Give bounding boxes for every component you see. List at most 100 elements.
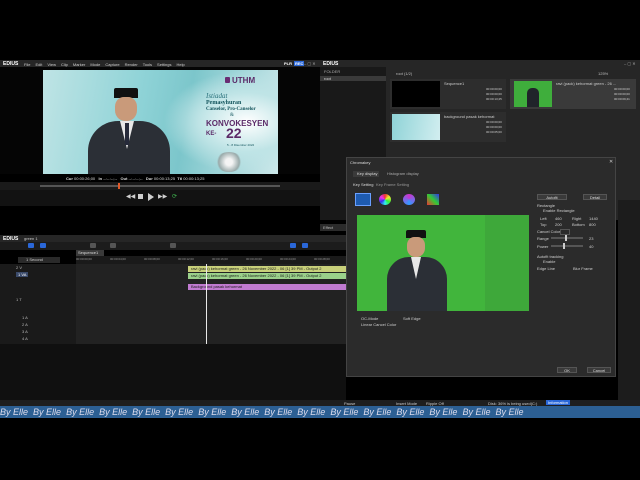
timeline-toolbar [0, 242, 348, 250]
top-value[interactable]: 200 [555, 222, 562, 227]
bin-window-controls[interactable]: – ▢ ✕ [624, 61, 636, 66]
timeline-clip[interactable]: ravi (pack) kehormat green - 26 November… [188, 266, 348, 272]
out-timecode: --:--:--;-- [128, 176, 143, 181]
edge-line-check[interactable]: Edge Line [537, 266, 555, 271]
preview-gears-graphic [215, 152, 243, 172]
toolbar-icon[interactable] [302, 243, 308, 248]
autofit-button[interactable]: Autofit [537, 194, 567, 200]
dur-timecode: 00:00:13;25 [153, 176, 176, 181]
right-value[interactable]: 1440 [589, 216, 598, 221]
loop-button[interactable]: ⟳ [172, 194, 177, 200]
toolbar-icon[interactable] [90, 243, 96, 248]
watermark-text: By Elle By Elle By Elle By Elle By Elle … [0, 407, 524, 417]
preview-line2: Pemasyhuran [206, 100, 242, 106]
scrub-handle[interactable] [118, 183, 120, 189]
playhead[interactable] [206, 264, 207, 344]
presenter-figure [88, 88, 170, 174]
watermark-strip: By Elle By Elle By Elle By Elle By Elle … [0, 406, 640, 418]
track-header[interactable]: 3 A [22, 329, 28, 334]
bottom-value[interactable]: 800 [589, 222, 596, 227]
toolbar-icon[interactable] [290, 243, 296, 248]
toolbar-icon[interactable] [110, 243, 116, 248]
subtab-keyframe[interactable]: Key Frame Setting [376, 182, 409, 187]
bin-zoom[interactable]: 125% [598, 71, 608, 76]
bin-item[interactable]: background pasak kehormat 00:00:00;00 00… [390, 112, 506, 142]
toolbar-icon[interactable] [40, 243, 46, 248]
linear-cancel-check[interactable]: Linear Cancel Color [361, 322, 396, 327]
timeline-clip[interactable]: Background pasak kehormat [188, 284, 348, 290]
hue-icon[interactable] [403, 194, 415, 205]
key-subject [387, 230, 447, 311]
bin-thumbnail [392, 81, 440, 107]
cancel-button[interactable]: Cancel [587, 367, 611, 373]
timeline-scale[interactable]: 1 Second [18, 257, 60, 263]
track-header[interactable]: 2 V [16, 265, 22, 270]
range-value[interactable]: 23 [589, 236, 593, 241]
ttl-timecode: 00:00:13;25 [183, 176, 205, 181]
timeline-ruler[interactable]: 00:00:00;00 00:00:04;00 00:00:08;00 00:0… [76, 256, 348, 264]
plr-label[interactable]: PLR [284, 61, 292, 66]
bin-item[interactable]: Sequence1 00:00:00;00 00:00:00;00 00:00:… [390, 79, 506, 109]
bin-titlebar: EDIUS – ▢ ✕ [320, 60, 640, 67]
dialog-title: Chromakey [350, 160, 371, 165]
information-tab[interactable]: Information [546, 400, 571, 405]
oc-mode-check[interactable]: OC-Mode [361, 316, 378, 321]
folder-header: FOLDER [324, 69, 341, 74]
preview-line1: Istiadat [206, 92, 228, 100]
forward-button[interactable]: ▶▶ [158, 194, 167, 200]
detail-button[interactable]: Detail [583, 194, 607, 200]
presenter-face [115, 97, 137, 121]
power-value[interactable]: 40 [589, 244, 593, 249]
toolbar-icon[interactable] [28, 243, 34, 248]
track-header[interactable]: 2 A [22, 322, 28, 327]
folder-root[interactable]: root [320, 76, 386, 81]
track-header[interactable]: 1 A [22, 315, 28, 320]
player-transport: ◀◀ ▶▶ ⟳ [0, 190, 320, 206]
project-name: green 1 [24, 236, 38, 241]
preview-line6: KE- [206, 131, 217, 137]
palette-icon[interactable] [427, 194, 439, 205]
range-slider[interactable] [551, 235, 583, 241]
track-header[interactable]: 4 A [22, 336, 28, 341]
bin-thumbnail [392, 114, 440, 140]
cur-timecode: 00:00:26;00 [74, 176, 96, 181]
play-button[interactable] [148, 193, 154, 201]
tab-key-display[interactable]: Key display [353, 171, 379, 177]
track-headers: 2 V 1 VA 1 T 1 A 2 A 3 A 4 A [0, 264, 76, 344]
toolbar-icon[interactable] [170, 243, 176, 248]
scrub-track[interactable] [40, 185, 280, 187]
blur-frame-check[interactable]: Blur Frame [573, 266, 593, 271]
preview-frame: UTHM Istiadat Pemasyhuran Canselor, Pro-… [43, 70, 278, 174]
eyedropper-icon[interactable] [355, 193, 371, 206]
track-header[interactable]: 1 VA [16, 272, 29, 277]
left-value[interactable]: 460 [555, 216, 562, 221]
preview-line4: & [230, 113, 234, 118]
side-panel [618, 200, 640, 400]
player-scrubbar[interactable] [0, 182, 320, 190]
ok-button[interactable]: OK [557, 367, 577, 373]
in-timecode: --:--:--;-- [103, 176, 118, 181]
timeline-clip[interactable]: ravi (pack) kehormat green - 26 November… [188, 273, 348, 279]
window-controls[interactable]: – ▢ ✕ [304, 61, 318, 66]
preview-line3: Canselor, Pro-Canselor [206, 107, 256, 112]
enable-rectangle-check[interactable]: Enable Rectangle [543, 208, 575, 213]
player-titlebar: EDIUS File Edit View Clip Marker Mode Capture R… [0, 60, 320, 67]
color-wheel-icon[interactable] [379, 194, 391, 205]
stop-button[interactable] [138, 194, 143, 199]
key-preview[interactable] [357, 215, 529, 311]
rewind-button[interactable]: ◀◀ [126, 194, 135, 200]
track-area: ravi (pack) kehormat green - 26 November… [76, 264, 348, 344]
chromakey-dialog: Chromakey ✕ Key display Histogram displa… [346, 157, 616, 377]
presenter-tie [125, 123, 129, 145]
tab-histogram[interactable]: Histogram display [383, 171, 419, 177]
power-slider[interactable] [551, 243, 583, 249]
enable-tracking-check[interactable]: Enable [543, 259, 555, 264]
track-header[interactable]: 1 T [16, 297, 22, 302]
key-preview-right [485, 215, 529, 311]
subtab-key-setting[interactable]: Key Setting [353, 182, 373, 187]
soft-edge-check[interactable]: Soft Edge [403, 316, 421, 321]
bin-item[interactable]: ravi (pack) kehormat green - 26 ... 00:0… [510, 79, 636, 109]
rec-label[interactable]: REC [294, 61, 305, 66]
close-icon[interactable]: ✕ [609, 159, 613, 165]
key-tools [355, 193, 445, 207]
